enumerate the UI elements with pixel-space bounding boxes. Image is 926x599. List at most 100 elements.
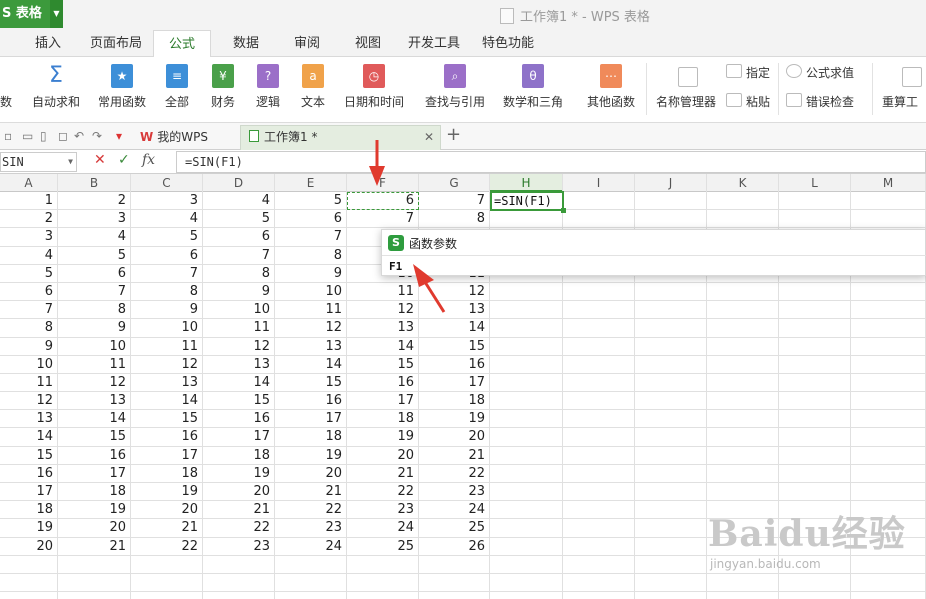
menu-caret-icon[interactable]: ▼ — [50, 0, 63, 28]
cell[interactable]: 19 — [347, 428, 419, 447]
cell[interactable]: 7 — [275, 228, 347, 247]
cell[interactable]: 15 — [0, 446, 58, 465]
cell[interactable]: 23 — [203, 537, 275, 556]
cell[interactable]: 5 — [58, 246, 131, 265]
cell[interactable]: 18 — [275, 428, 347, 447]
cell[interactable]: 21 — [131, 519, 203, 538]
cell[interactable]: 13 — [203, 355, 275, 374]
name-box-dropdown-icon[interactable]: ▼ — [68, 153, 73, 171]
cell[interactable]: 13 — [419, 301, 490, 320]
cell[interactable]: 13 — [275, 337, 347, 356]
cell[interactable]: 1 — [0, 192, 58, 210]
column-header-a[interactable]: A — [0, 174, 58, 192]
cell[interactable]: 11 — [275, 301, 347, 320]
cell[interactable]: 8 — [419, 210, 490, 229]
cell[interactable]: 19 — [131, 483, 203, 501]
column-header-h[interactable]: H — [490, 174, 563, 192]
cell[interactable]: 19 — [0, 519, 58, 538]
cell[interactable]: 13 — [347, 319, 419, 338]
cell[interactable]: 17 — [131, 446, 203, 465]
fill-handle[interactable] — [561, 208, 566, 213]
cell[interactable]: 19 — [275, 446, 347, 465]
cell[interactable]: 11 — [58, 355, 131, 374]
cell[interactable]: 21 — [58, 537, 131, 556]
cell[interactable]: 20 — [58, 519, 131, 538]
cell[interactable]: 26 — [419, 537, 490, 556]
cell[interactable]: 15 — [347, 355, 419, 374]
cell[interactable]: 3 — [58, 210, 131, 229]
new-file-icon[interactable]: ▫ — [4, 129, 18, 143]
tab-workbook1[interactable]: 工作簿1 * ✕ — [240, 125, 441, 150]
cell[interactable]: 5 — [0, 264, 58, 283]
cell[interactable]: 16 — [275, 392, 347, 411]
cell[interactable]: 12 — [58, 373, 131, 392]
column-header-c[interactable]: C — [131, 174, 203, 192]
ribbon-button-star[interactable]: ★ 常用函数 — [92, 57, 152, 121]
cell[interactable]: 6 — [275, 210, 347, 229]
cell[interactable]: 21 — [275, 483, 347, 501]
cell[interactable]: 9 — [203, 282, 275, 301]
cell[interactable]: 5 — [203, 210, 275, 229]
column-header-b[interactable]: B — [58, 174, 131, 192]
cell[interactable]: 15 — [419, 337, 490, 356]
redo-icon[interactable]: ↷ — [92, 129, 106, 143]
cell[interactable]: 9 — [131, 301, 203, 320]
cell[interactable]: 12 — [0, 392, 58, 411]
cell[interactable]: 2 — [58, 192, 131, 210]
cell[interactable]: 17 — [419, 373, 490, 392]
paste-button[interactable]: 粘贴 — [724, 87, 774, 115]
cell[interactable]: 14 — [203, 373, 275, 392]
cell[interactable]: 10 — [131, 319, 203, 338]
cell[interactable]: 8 — [203, 264, 275, 283]
tab-5[interactable]: 视图 — [344, 30, 392, 57]
cell[interactable]: 16 — [347, 373, 419, 392]
cell[interactable]: 22 — [203, 519, 275, 538]
column-header-e[interactable]: E — [275, 174, 347, 192]
cell[interactable]: 11 — [0, 373, 58, 392]
cell[interactable]: 4 — [58, 228, 131, 247]
cell[interactable]: 24 — [347, 519, 419, 538]
ribbon-button-question[interactable]: ? 逻辑 — [248, 57, 288, 121]
cell[interactable]: 13 — [58, 392, 131, 411]
tab-3[interactable]: 数据 — [222, 30, 270, 57]
cell[interactable]: 19 — [419, 410, 490, 429]
cell[interactable]: 23 — [275, 519, 347, 538]
cell[interactable]: 6 — [0, 282, 58, 301]
recalc-button[interactable]: 重算工 — [878, 57, 926, 121]
column-header-m[interactable]: M — [851, 174, 926, 192]
cell[interactable]: 12 — [419, 282, 490, 301]
cell[interactable]: 3 — [131, 192, 203, 210]
confirm-icon[interactable]: ✓ — [118, 152, 130, 168]
cell[interactable]: 16 — [0, 464, 58, 483]
cell[interactable]: 25 — [419, 519, 490, 538]
cell[interactable]: 20 — [0, 537, 58, 556]
cell[interactable]: 20 — [275, 464, 347, 483]
error-check-button[interactable]: 错误检查 — [784, 87, 870, 115]
cell[interactable]: 9 — [58, 319, 131, 338]
cell[interactable]: 7 — [58, 282, 131, 301]
cell[interactable]: 8 — [131, 282, 203, 301]
cell[interactable]: 24 — [419, 501, 490, 520]
cell[interactable]: 15 — [275, 373, 347, 392]
tab-6[interactable]: 开发工具 — [402, 30, 466, 57]
cell[interactable]: 21 — [347, 464, 419, 483]
cell[interactable]: 4 — [0, 246, 58, 265]
cell[interactable]: 18 — [131, 464, 203, 483]
cell[interactable]: 10 — [275, 282, 347, 301]
cell[interactable]: 23 — [419, 483, 490, 501]
cell[interactable]: 19 — [58, 501, 131, 520]
close-tab-icon[interactable]: ✕ — [424, 126, 434, 148]
cell[interactable]: 6 — [131, 246, 203, 265]
cell[interactable]: 21 — [203, 501, 275, 520]
cell[interactable]: 20 — [347, 446, 419, 465]
tab-0[interactable]: 插入 — [23, 30, 73, 57]
cell[interactable]: 9 — [0, 337, 58, 356]
cell[interactable]: 25 — [347, 537, 419, 556]
new-tab-icon[interactable]: + — [446, 124, 461, 145]
name-box[interactable]: SIN ▼ — [0, 152, 77, 172]
cell[interactable]: 14 — [58, 410, 131, 429]
tab-1[interactable]: 页面布局 — [80, 30, 152, 57]
ribbon-partial-button[interactable]: 数 — [0, 57, 14, 121]
cell[interactable]: 22 — [131, 537, 203, 556]
cell[interactable]: 10 — [203, 301, 275, 320]
